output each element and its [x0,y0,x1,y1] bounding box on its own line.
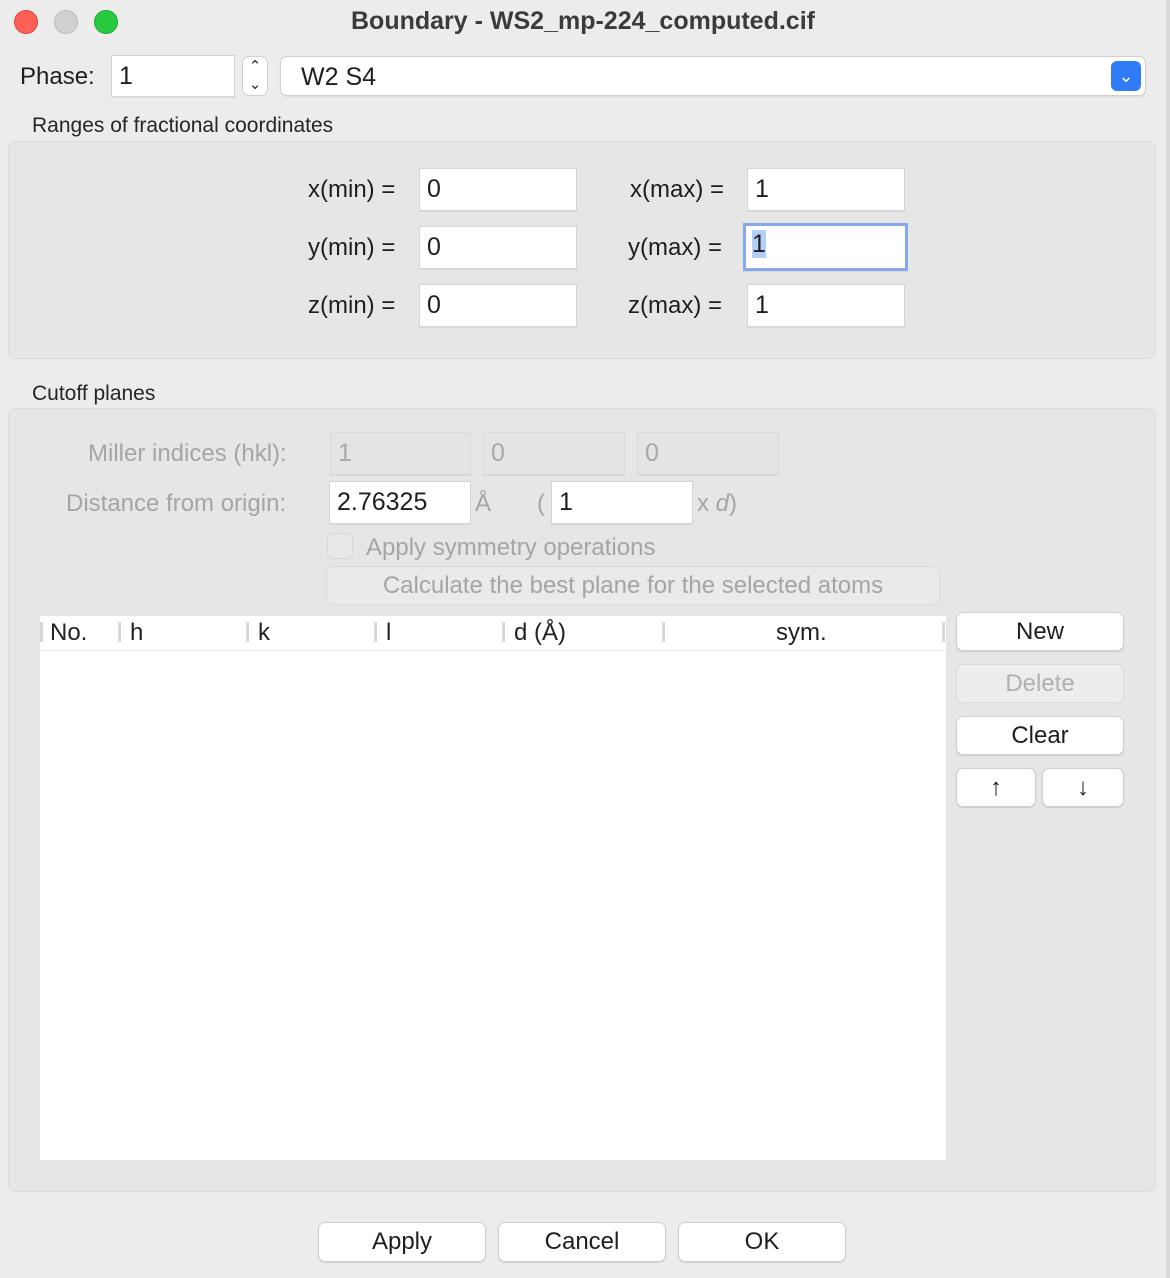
cutoff-section-title: Cutoff planes [32,382,156,405]
open-paren: ( [537,490,545,517]
column-separator[interactable] [40,622,43,642]
angstrom-unit: Å [475,490,492,517]
column-separator[interactable] [502,622,505,642]
column-header-d[interactable]: d (Å) [514,619,566,647]
column-header-sym[interactable]: sym. [776,619,827,647]
clear-planes-button[interactable]: Clear [956,716,1124,755]
miller-label: Miller indices (hkl): [88,440,287,467]
multiplier-field[interactable]: 1 [551,481,693,524]
cancel-button[interactable]: Cancel [498,1222,666,1262]
xmax-label: x(max) = [630,176,725,203]
column-separator[interactable] [246,622,249,642]
ymax-field[interactable]: 1 [743,223,908,271]
column-separator[interactable] [374,622,377,642]
ymin-label: y(min) = [308,234,396,261]
column-header-k[interactable]: k [258,619,270,647]
column-separator[interactable] [942,622,945,642]
column-header-h[interactable]: h [130,619,143,647]
xmax-field[interactable]: 1 [747,168,905,211]
ranges-box [8,141,1156,359]
phase-select-value: W2 S4 [301,63,377,91]
move-up-button[interactable]: ↑ [956,768,1036,807]
xmin-label: x(min) = [308,176,396,203]
ymax-selected-text: 1 [752,230,766,258]
chevron-down-icon[interactable]: ⌄ [1111,61,1141,91]
times-label: x [697,490,709,517]
stepper-up-icon[interactable]: ⌃ [243,58,267,75]
new-plane-button[interactable]: New [956,612,1124,651]
ymax-label: y(max) = [628,234,723,261]
xmin-field[interactable]: 0 [419,168,577,211]
close-paren: ) [729,490,738,517]
d-label: d [715,490,730,517]
zmin-label: z(min) = [308,292,396,319]
times-d-label: x d) [697,490,737,518]
distance-label: Distance from origin: [66,490,287,517]
window-title: Boundary - WS2_mp-224_computed.cif [351,7,815,35]
delete-plane-button[interactable]: Delete [956,664,1124,703]
phase-label: Phase: [20,63,95,90]
column-header-no[interactable]: No. [50,619,87,647]
title-bar: Boundary - WS2_mp-224_computed.cif [0,0,1166,44]
apply-button[interactable]: Apply [318,1222,486,1262]
boundary-dialog: Boundary - WS2_mp-224_computed.cif Phase… [0,0,1166,1278]
column-separator[interactable] [662,622,665,642]
ok-button[interactable]: OK [678,1222,846,1262]
move-down-button[interactable]: ↓ [1042,768,1124,807]
apply-symmetry-checkbox[interactable] [327,533,353,559]
planes-table[interactable]: No. h k l d (Å) sym. [40,616,946,1160]
arrow-up-icon: ↑ [990,774,1002,801]
stepper-down-icon[interactable]: ⌄ [243,76,267,93]
column-separator[interactable] [118,622,121,642]
window-edge [1166,0,1170,1278]
column-header-l[interactable]: l [386,619,391,647]
miller-k-field[interactable]: 0 [483,432,625,475]
apply-symmetry-label: Apply symmetry operations [366,534,656,561]
calculate-best-plane-button[interactable]: Calculate the best plane for the selecte… [326,566,940,605]
zmax-field[interactable]: 1 [747,284,905,327]
arrow-down-icon: ↓ [1077,774,1089,801]
phase-select[interactable]: W2 S4 ⌄ [280,56,1146,96]
phase-number-field[interactable]: 1 [111,55,235,97]
planes-table-header: No. h k l d (Å) sym. [40,616,946,651]
zmin-field[interactable]: 0 [419,284,577,327]
miller-h-field[interactable]: 1 [330,432,471,475]
ranges-section-title: Ranges of fractional coordinates [32,114,334,137]
miller-l-field[interactable]: 0 [637,432,779,475]
ymin-field[interactable]: 0 [419,226,577,269]
distance-field[interactable]: 2.76325 [329,481,471,524]
phase-stepper[interactable]: ⌃ ⌄ [242,56,268,96]
zmax-label: z(max) = [628,292,723,319]
